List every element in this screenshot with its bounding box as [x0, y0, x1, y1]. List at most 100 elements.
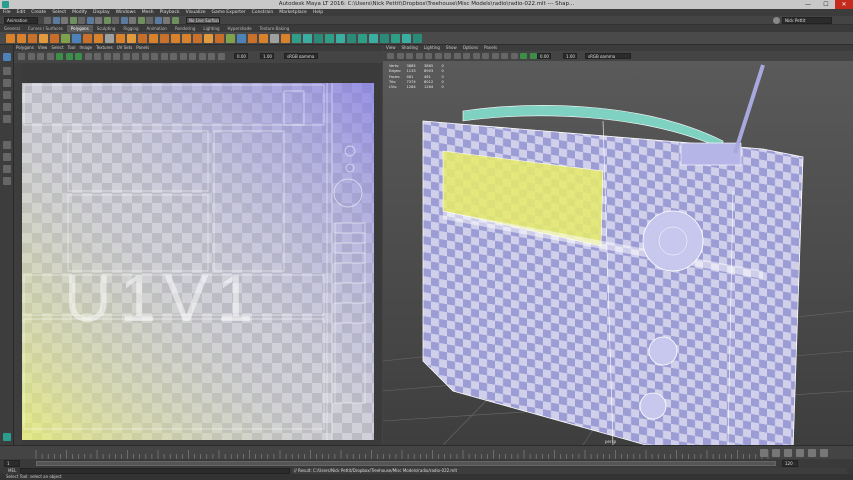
viewport-tool-icon[interactable]: [444, 53, 451, 59]
status-tool-icon[interactable]: [52, 17, 60, 24]
shelf-tool-icon[interactable]: [204, 34, 213, 43]
play-forward-icon[interactable]: [796, 449, 804, 457]
viewport-tool-icon[interactable]: [529, 53, 537, 59]
status-tool-icon[interactable]: [78, 17, 85, 24]
shelf-tab-hypershade[interactable]: Hypershade: [224, 25, 256, 32]
shelf-tab-animation[interactable]: Animation: [143, 25, 171, 32]
uv-tool-icon[interactable]: [113, 53, 120, 60]
shelf-tool-icon[interactable]: [237, 34, 246, 43]
shelf-tool-icon[interactable]: [314, 34, 323, 43]
end-frame-field[interactable]: 120: [782, 460, 798, 467]
step-back-icon[interactable]: [772, 449, 780, 457]
shelf-tool-icon[interactable]: [171, 34, 180, 43]
menu-edit[interactable]: Edit: [14, 9, 29, 16]
shelf-tab-rendering[interactable]: Rendering: [171, 25, 199, 32]
status-tool-icon[interactable]: [69, 17, 77, 24]
uv-tool-icon[interactable]: [179, 53, 187, 60]
viewport-exposure-field[interactable]: 0.00: [537, 53, 551, 59]
viewport-colorspace-dropdown[interactable]: sRGB gamma: [585, 53, 631, 59]
menu-visualize[interactable]: Visualize: [183, 9, 209, 16]
shelf-tool-icon[interactable]: [94, 34, 103, 43]
shelf-tab-texture-baking[interactable]: Texture Baking: [256, 25, 294, 32]
viewport-tool-icon[interactable]: [396, 53, 404, 59]
viewport-tool-icon[interactable]: [425, 53, 432, 59]
shelf-tool-icon[interactable]: [336, 34, 345, 43]
shelf-tool-icon[interactable]: [6, 34, 15, 43]
uv-tool-icon[interactable]: [56, 53, 63, 60]
uv-tool-icon[interactable]: [132, 53, 139, 60]
viewport-tool-icon[interactable]: [415, 53, 423, 59]
shelf-tool-icon[interactable]: [380, 34, 389, 43]
status-tool-icon[interactable]: [163, 17, 170, 24]
shelf-tool-icon[interactable]: [226, 34, 235, 43]
uv-tool-icon[interactable]: [189, 53, 196, 60]
menu-mesh[interactable]: Mesh: [139, 9, 157, 16]
menu-windows[interactable]: Windows: [113, 9, 139, 16]
maximize-button[interactable]: ☐: [817, 0, 835, 9]
menu-display[interactable]: Display: [90, 9, 113, 16]
shelf-tool-icon[interactable]: [149, 34, 158, 43]
menu-playback[interactable]: Playback: [157, 9, 183, 16]
shelf-tool-icon[interactable]: [303, 34, 312, 43]
viewport-tool-icon[interactable]: [472, 53, 480, 59]
shelf-tool-icon[interactable]: [292, 34, 301, 43]
user-account-field[interactable]: Nick Pettit: [782, 17, 832, 24]
status-tool-icon[interactable]: [129, 17, 136, 24]
side-by-side-layout-icon[interactable]: [3, 165, 11, 173]
go-to-end-icon[interactable]: [820, 449, 828, 457]
shelf-tool-icon[interactable]: [17, 34, 26, 43]
viewport-tool-icon[interactable]: [406, 53, 413, 59]
menu-marketplace[interactable]: Marketplace: [276, 9, 310, 16]
status-tool-icon[interactable]: [44, 17, 51, 24]
shelf-tool-icon[interactable]: [160, 34, 169, 43]
shelf-tool-icon[interactable]: [182, 34, 191, 43]
shelf-tool-icon[interactable]: [391, 34, 400, 43]
start-frame-field[interactable]: 1: [4, 460, 20, 467]
viewport-tool-icon[interactable]: [453, 53, 461, 59]
shelf-tool-icon[interactable]: [347, 34, 356, 43]
shelf-tool-icon[interactable]: [259, 34, 268, 43]
status-tool-icon[interactable]: [103, 17, 111, 24]
uv-tool-icon[interactable]: [208, 53, 215, 60]
range-bar[interactable]: [36, 461, 776, 466]
shelf-tool-icon[interactable]: [50, 34, 59, 43]
shelf-tool-icon[interactable]: [83, 34, 92, 43]
uv-tool-icon[interactable]: [18, 53, 25, 60]
uv-tool-icon[interactable]: [170, 53, 177, 60]
shelf-tab-polygons[interactable]: Polygons: [66, 25, 93, 32]
uv-tool-icon[interactable]: [122, 53, 130, 60]
move-tool-icon[interactable]: [3, 91, 11, 99]
shelf-tool-icon[interactable]: [28, 34, 37, 43]
uv-tool-icon[interactable]: [103, 53, 111, 60]
shelf-tab-general[interactable]: General: [0, 25, 24, 32]
shelf-tool-icon[interactable]: [105, 34, 114, 43]
shelf-tool-icon[interactable]: [413, 34, 422, 43]
uv-exposure-field[interactable]: 0.00: [234, 53, 248, 59]
menu-constrain[interactable]: Constrain: [249, 9, 277, 16]
uv-canvas[interactable]: U1V1: [22, 83, 374, 440]
rotate-tool-icon[interactable]: [3, 103, 11, 111]
menu-game-exporter[interactable]: Game Exporter: [208, 9, 248, 16]
uv-tool-icon[interactable]: [46, 53, 54, 60]
menu-modify[interactable]: Modify: [69, 9, 90, 16]
single-layout-icon[interactable]: [3, 141, 11, 149]
close-button[interactable]: ✕: [835, 0, 853, 9]
viewport-gamma-field[interactable]: 1.00: [563, 53, 577, 59]
status-tool-icon[interactable]: [112, 17, 119, 24]
shelf-tool-icon[interactable]: [39, 34, 48, 43]
menu-select[interactable]: Select: [49, 9, 69, 16]
status-tool-icon[interactable]: [146, 17, 153, 24]
status-tool-icon[interactable]: [61, 17, 68, 24]
viewport-tool-icon[interactable]: [520, 53, 527, 59]
uv-tool-icon[interactable]: [75, 53, 82, 60]
shelf-tool-icon[interactable]: [270, 34, 279, 43]
step-forward-icon[interactable]: [808, 449, 816, 457]
go-to-start-icon[interactable]: [760, 449, 768, 457]
shelf-tool-icon[interactable]: [61, 34, 70, 43]
uv-tool-icon[interactable]: [217, 53, 225, 60]
viewport-tool-icon[interactable]: [463, 53, 470, 59]
uv-tool-icon[interactable]: [198, 53, 206, 60]
viewport-tool-icon[interactable]: [482, 53, 489, 59]
status-tool-icon[interactable]: [154, 17, 162, 24]
viewport-tool-icon[interactable]: [491, 53, 499, 59]
